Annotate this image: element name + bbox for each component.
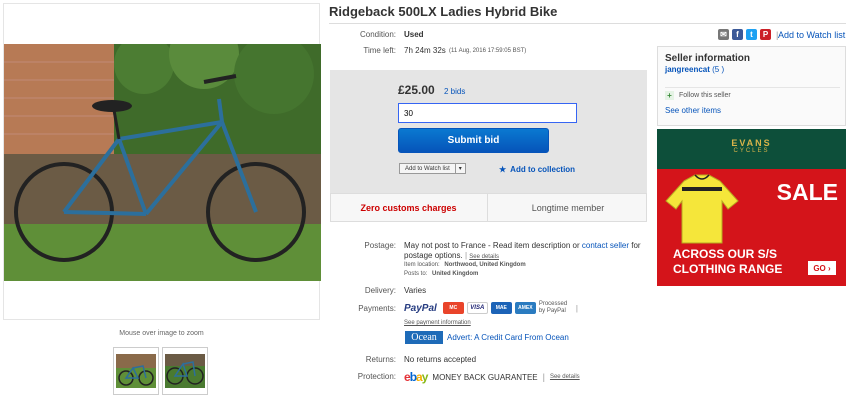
bike-image	[4, 44, 321, 281]
see-other-items-link[interactable]: See other items	[665, 106, 721, 115]
payment-logos: PayPal MC VISA MAE AMEX Processed by Pay…	[404, 301, 578, 315]
seller-heading: Seller information	[665, 53, 751, 64]
returns-label: Returns:	[365, 355, 396, 364]
amex-icon: AMEX	[514, 302, 536, 314]
protection-separator: |	[542, 372, 545, 382]
mastercard-icon: MC	[442, 302, 464, 314]
payments-label: Payments:	[358, 304, 396, 313]
item-location-value: Northwood, United Kingdom	[444, 262, 526, 268]
delivery-value: Varies	[404, 286, 427, 295]
postage-label: Postage:	[364, 241, 396, 250]
twitter-icon[interactable]: t	[746, 29, 757, 40]
condition-label: Condition:	[359, 30, 396, 39]
add-to-collection-link[interactable]: ★ Add to collection	[499, 165, 575, 174]
add-to-collection-label: Add to collection	[510, 165, 576, 174]
paypal-logo: PayPal	[404, 302, 437, 314]
contact-seller-link[interactable]: contact seller	[582, 241, 629, 250]
time-left-label: Time left:	[363, 46, 396, 55]
seller-divider	[665, 87, 840, 88]
zoom-hint: Mouse over image to zoom	[119, 330, 204, 337]
thumbnail-1[interactable]	[113, 347, 159, 395]
seller-name-link[interactable]: jangreencat	[665, 65, 710, 74]
ad-line-2: CLOTHING RANGE	[673, 262, 783, 276]
ad-headline: SALE	[776, 179, 838, 205]
bids-link[interactable]: 2 bids	[444, 87, 465, 96]
ebay-logo: ebay	[404, 370, 428, 384]
ad-line-1: ACROSS OUR S/S	[673, 247, 778, 261]
delivery-label: Delivery:	[364, 286, 396, 295]
watch-list-select[interactable]: Add to Watch list ▾	[399, 163, 466, 174]
title-divider	[329, 23, 846, 24]
protection-label: Protection:	[357, 372, 396, 381]
maestro-icon: MAE	[490, 302, 512, 314]
condition-value: Used	[404, 30, 424, 39]
ad-sale-panel: SALE ACROSS OUR S/S CLOTHING RANGE GO ›	[657, 169, 846, 286]
pinterest-icon[interactable]: P	[760, 29, 771, 40]
chevron-down-icon: ▾	[454, 164, 465, 173]
watch-list-select-label: Add to Watch list	[405, 165, 450, 172]
star-icon: ★	[499, 165, 507, 174]
ocean-advert-link[interactable]: Advert: A Credit Card From Ocean	[447, 333, 569, 342]
seller-info-panel: Seller information jangreencat (5 ) + Fo…	[657, 46, 846, 126]
email-icon[interactable]: ✉	[718, 29, 729, 40]
zero-customs-badge: Zero customs charges	[330, 193, 488, 222]
postage-see-details-link[interactable]: See details	[469, 254, 499, 260]
share-bar: ✉ f t P |	[718, 29, 778, 40]
listing-title: Ridgeback 500LX Ladies Hybrid Bike	[329, 4, 558, 19]
seller-feedback-link[interactable]: (5 )	[712, 65, 724, 74]
posts-to: Posts to: United Kingdom	[404, 271, 478, 277]
submit-bid-button[interactable]: Submit bid	[398, 128, 549, 153]
money-back-guarantee: MONEY BACK GUARANTEE	[432, 372, 538, 382]
follow-seller-label: Follow this seller	[679, 92, 731, 99]
protection-see-details-link[interactable]: See details	[550, 374, 580, 380]
ocean-logo: Ocean	[405, 331, 443, 344]
ad-brand-sub: CYCLES	[733, 148, 770, 154]
thumbnail-2[interactable]	[162, 347, 208, 395]
item-location: Item location: Northwood, United Kingdom	[404, 262, 526, 268]
ad-brand-bar: EVANS CYCLES	[657, 129, 846, 169]
processed-by-paypal: Processed by PayPal	[538, 301, 568, 314]
facebook-icon[interactable]: f	[732, 29, 743, 40]
item-location-label: Item location:	[404, 262, 440, 268]
evans-cycles-ad[interactable]: EVANS CYCLES SALE ACROSS OUR S/S CLOTHIN…	[657, 129, 846, 286]
protection-row: ebay MONEY BACK GUARANTEE | See details	[404, 370, 580, 384]
follow-seller-button[interactable]: + Follow this seller	[665, 91, 731, 100]
jersey-image	[665, 174, 739, 244]
returns-value: No returns accepted	[404, 355, 477, 364]
see-payment-info-link-full[interactable]: See payment information	[404, 318, 614, 328]
longtime-member-badge: Longtime member	[531, 202, 605, 213]
posts-to-label: Posts to:	[404, 271, 428, 277]
visa-icon: VISA	[466, 302, 488, 314]
postage-text: May not post to France - Read item descr…	[404, 241, 641, 260]
end-time: (11 Aug, 2016 17:59:05 BST)	[449, 48, 527, 54]
plus-icon: +	[665, 91, 674, 100]
bid-amount-input[interactable]	[398, 103, 577, 123]
main-photo[interactable]	[3, 3, 321, 320]
payments-separator: |	[575, 303, 578, 313]
ad-copy: ACROSS OUR S/S CLOTHING RANGE	[673, 247, 782, 277]
postage-text-1: May not post to France - Read item descr…	[404, 241, 580, 250]
current-price: £25.00	[398, 83, 435, 97]
watch-list-link[interactable]: Add to Watch list	[778, 30, 845, 40]
posts-to-value: United Kingdom	[432, 271, 479, 277]
ad-go-button[interactable]: GO ›	[808, 261, 836, 275]
ad-brand: EVANS	[731, 138, 772, 148]
time-left-value: 7h 24m 32s	[404, 46, 446, 55]
